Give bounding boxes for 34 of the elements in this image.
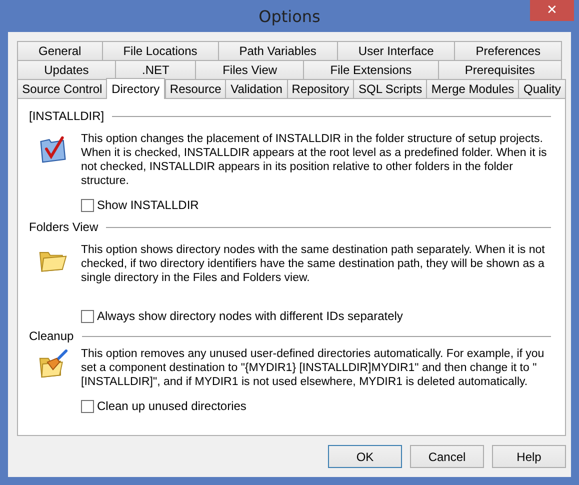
tab[interactable]: Path Variables (218, 41, 337, 60)
section-title: [INSTALLDIR] (29, 109, 104, 123)
close-button[interactable]: ✕ (530, 0, 574, 21)
tab[interactable]: .NET (114, 60, 196, 79)
folder-brush-icon (38, 349, 68, 379)
tab[interactable]: General (17, 41, 102, 60)
tab[interactable]: SQL Scripts (353, 79, 426, 98)
tab[interactable]: File Locations (102, 41, 218, 60)
tab[interactable]: Directory (106, 78, 165, 99)
section-title: Cleanup (29, 329, 74, 343)
tab[interactable]: User Interface (336, 41, 454, 60)
option-description: This option removes any unused user-defined directories automatically. For example, if you set a component destination to "{MYDIR1} [INSTALLDIR]MYDIR1" and then change it to "[INSTALLDIR]", and if MYDIR1 is not used elsewhere, MYDIR1 is deleted automatically. (81, 347, 546, 389)
window-title: Options (258, 6, 320, 26)
dialog-button[interactable]: Help (492, 445, 566, 468)
tab[interactable]: Files View (195, 60, 304, 79)
checked-folder-icon (38, 134, 68, 164)
checkbox[interactable]: Show INSTALLDIR (81, 198, 551, 212)
checkbox[interactable]: Clean up unused directories (81, 399, 551, 413)
section-title: Folders View (29, 220, 98, 234)
tab[interactable]: Source Control (17, 79, 106, 98)
option-description: This option shows directory nodes with the same destination path separately. When it is not checked, if two directory identifiers have the same destination path, they will be shown as a single directory in the Files and Folders view. (81, 243, 546, 285)
tab[interactable]: Prerequisites (438, 60, 562, 79)
dialog-button[interactable]: Cancel (410, 445, 484, 468)
tab[interactable]: Repository (286, 79, 354, 98)
tab[interactable]: Quality (518, 79, 566, 98)
tab[interactable]: Resource (164, 79, 226, 98)
tab[interactable]: Validation (225, 79, 287, 98)
option-description: This option changes the placement of INSTALLDIR in the folder structure of setup projects. When it is checked, INSTALLDIR appears at the root level as a predefined folder. When it is not checked, INSTALLDIR appears in its position relative to other folders in the folder structure. (81, 132, 548, 188)
checkbox[interactable]: Always show directory nodes with different IDs separately (81, 309, 551, 323)
tab[interactable]: Preferences (454, 41, 562, 60)
tab[interactable]: Merge Modules (426, 79, 518, 98)
tab[interactable]: File Extensions (303, 60, 438, 79)
dialog-button[interactable]: OK (328, 445, 402, 468)
tab[interactable]: Updates (17, 60, 115, 79)
